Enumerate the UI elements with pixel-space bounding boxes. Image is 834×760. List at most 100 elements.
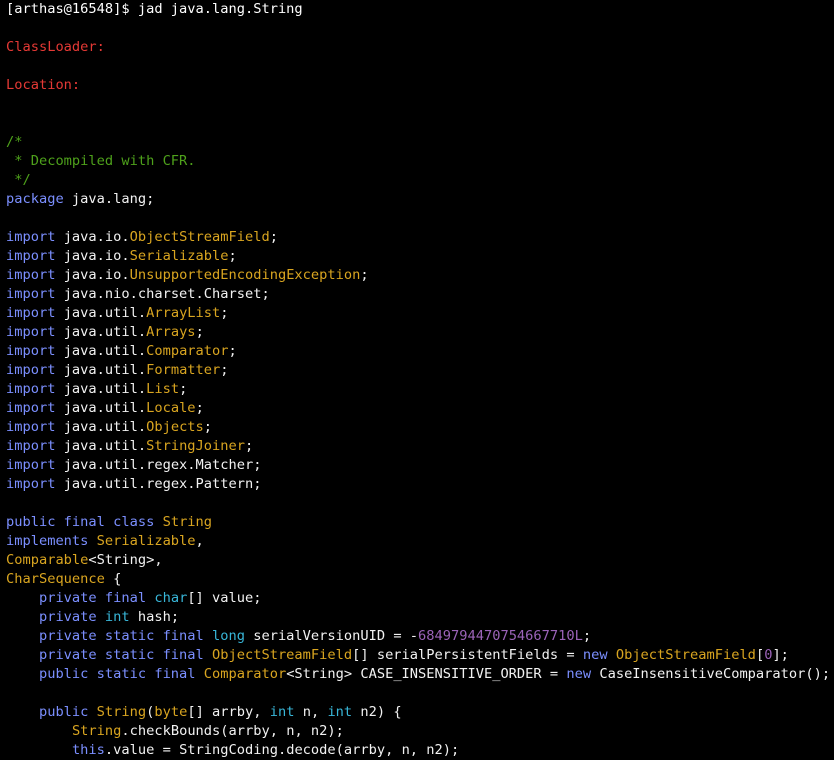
field-type: Comparator xyxy=(203,666,287,682)
field-type: long xyxy=(212,628,245,644)
prompt-line: [arthas@16548]$ jad java.lang.String xyxy=(6,0,834,19)
import-keyword: import xyxy=(6,457,56,473)
import-class: Arrays xyxy=(146,324,196,340)
interface-comparable: Comparable xyxy=(6,552,89,568)
import-keyword: import xyxy=(6,419,56,435)
field-type: int xyxy=(104,609,130,625)
import-line: import java.io.Serializable; xyxy=(6,247,834,266)
import-class: List xyxy=(146,381,180,397)
bracket-open: [ xyxy=(755,647,765,663)
import-package: java.io. xyxy=(55,267,130,283)
comment-open: /* xyxy=(6,134,23,150)
classloader-line: ClassLoader: xyxy=(6,38,834,57)
terminal-window[interactable]: [arthas@16548]$ jad java.lang.String Cla… xyxy=(0,0,834,760)
import-keyword: import xyxy=(6,343,56,359)
import-line: import java.util.regex.Pattern; xyxy=(6,475,834,494)
import-keyword: import xyxy=(6,286,56,302)
constructor-line: public String(byte[] arrby, int n, int n… xyxy=(6,703,834,722)
import-class: Locale xyxy=(146,400,196,416)
import-line: import java.nio.charset.Charset; xyxy=(6,285,834,304)
comment-open-line: /* xyxy=(6,133,834,152)
import-keyword: import xyxy=(6,267,56,283)
param-type: byte xyxy=(154,704,188,720)
semicolon: ; xyxy=(269,229,278,245)
import-package: java.util.regex.Matcher; xyxy=(55,457,262,473)
import-keyword: import xyxy=(6,438,56,454)
body-rest: .checkBounds(arrby, n, n2); xyxy=(121,723,344,739)
import-package: java.nio.charset.Charset; xyxy=(55,286,270,302)
body-rest: .value = StringCoding.decode(arrby, n, n… xyxy=(104,742,460,758)
classloader-label: ClassLoader: xyxy=(6,39,105,55)
location-label: Location: xyxy=(6,77,81,93)
number-literal: 6849794470754667710L xyxy=(418,628,583,644)
semicolon: ; xyxy=(220,305,229,321)
import-line: import java.util.StringJoiner; xyxy=(6,437,834,456)
import-keyword: import xyxy=(6,400,56,416)
body-type: String xyxy=(71,723,122,739)
implements-keyword: implements xyxy=(6,533,89,549)
semicolon: ; xyxy=(228,248,237,264)
import-package: java.io. xyxy=(55,229,130,245)
semicolon: ; xyxy=(582,628,592,644)
field-rest: <String> CASE_INSENSITIVE_ORDER = xyxy=(286,666,567,682)
import-package: java.util. xyxy=(55,362,147,378)
import-keyword: import xyxy=(6,362,56,378)
import-line: import java.io.ObjectStreamField; xyxy=(6,228,834,247)
param-rest: n2) { xyxy=(352,704,402,720)
comment-close: */ xyxy=(6,172,31,188)
import-class: ArrayList xyxy=(146,305,221,321)
import-class: Serializable xyxy=(129,248,229,264)
semicolon: ; xyxy=(195,324,204,340)
comparable-line: Comparable<String>, xyxy=(6,551,834,570)
import-line: import java.util.Arrays; xyxy=(6,323,834,342)
param-rest: [] arrby, xyxy=(187,704,270,720)
field-modifiers: private xyxy=(6,609,105,625)
field-rest: hash; xyxy=(129,609,180,625)
import-class: UnsupportedEncodingException xyxy=(129,267,361,283)
class-modifiers: public final class xyxy=(6,514,155,530)
semicolon: ; xyxy=(203,419,213,435)
comment-close-line: */ xyxy=(6,171,834,190)
import-class: StringJoiner xyxy=(146,438,245,454)
import-keyword: import xyxy=(6,305,56,321)
comma: , xyxy=(195,533,204,549)
location-line: Location: xyxy=(6,76,834,95)
body-line-decode: this.value = StringCoding.decode(arrby, … xyxy=(6,741,834,760)
this-keyword: this xyxy=(71,742,105,758)
import-package: java.util. xyxy=(55,438,147,454)
field-value-line: private final char[] value; xyxy=(6,589,834,608)
field-type: char xyxy=(154,590,188,606)
class-decl-line: public final class String xyxy=(6,513,834,532)
import-line: import java.io.UnsupportedEncodingExcept… xyxy=(6,266,834,285)
import-package: java.util. xyxy=(55,419,147,435)
import-keyword: import xyxy=(6,381,56,397)
import-line: import java.util.Locale; xyxy=(6,399,834,418)
import-package: java.util.regex.Pattern; xyxy=(55,476,262,492)
implements-line: implements Serializable, xyxy=(6,532,834,551)
charsequence-line: CharSequence { xyxy=(6,570,834,589)
package-keyword: package xyxy=(6,191,64,207)
command-prompt: [arthas@16548]$ jad java.lang.String xyxy=(6,1,303,17)
import-package: java.util. xyxy=(55,305,147,321)
import-package: java.util. xyxy=(55,343,147,359)
semicolon: ; xyxy=(228,343,237,359)
field-serialpersistentfields-line: private static final ObjectStreamField[]… xyxy=(6,646,834,665)
new-keyword: new xyxy=(566,666,592,682)
class-name: String xyxy=(154,514,213,530)
comment-body: * Decompiled with CFR. xyxy=(6,153,196,169)
interface-charsequence: CharSequence xyxy=(6,571,105,587)
import-class: Formatter xyxy=(146,362,221,378)
semicolon: ; xyxy=(220,362,229,378)
field-rest: serialVersionUID = - xyxy=(244,628,419,644)
body-line-checkbounds: String.checkBounds(arrby, n, n2); xyxy=(6,722,834,741)
field-modifiers: private static final xyxy=(6,628,213,644)
field-case-insensitive-order-line: public static final Comparator<String> C… xyxy=(6,665,834,684)
new-keyword: new xyxy=(582,647,608,663)
